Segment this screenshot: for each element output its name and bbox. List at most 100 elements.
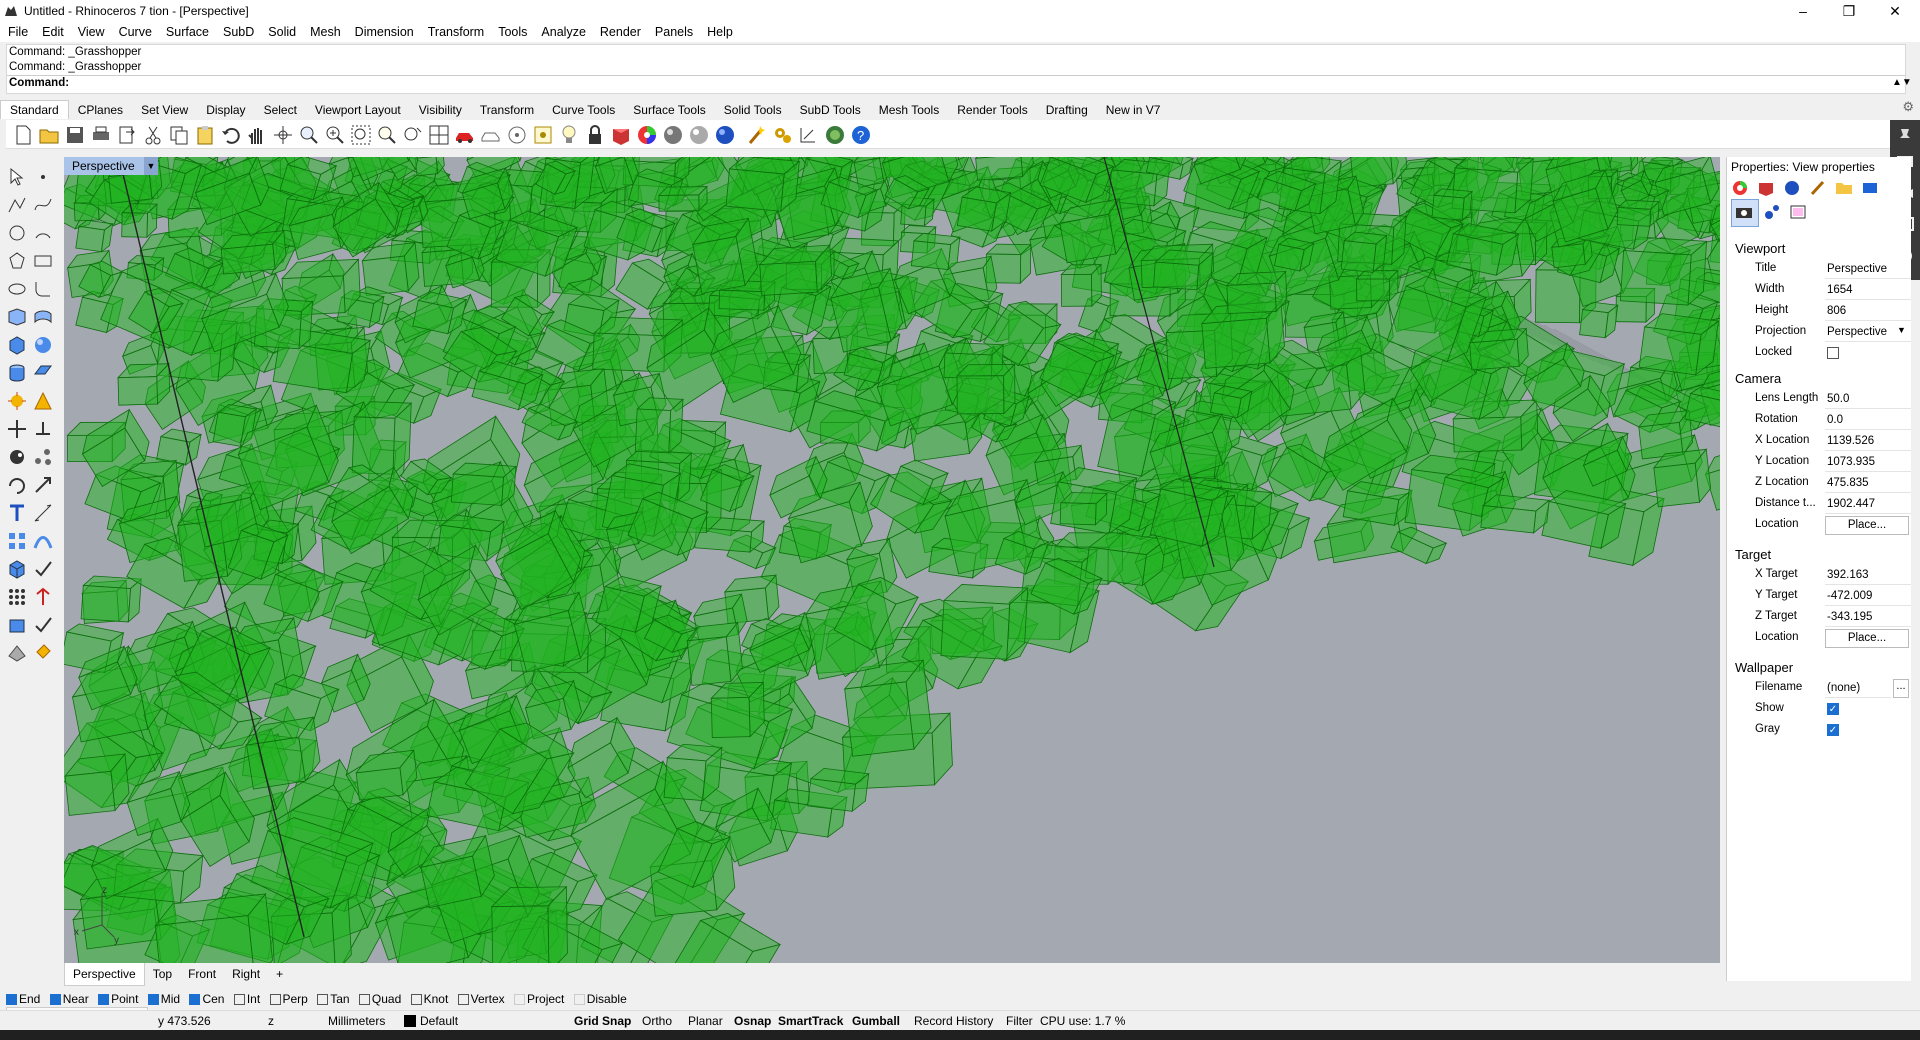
tab-perspective[interactable]: Perspective: [64, 963, 145, 986]
object-color-icon[interactable]: [1731, 179, 1749, 197]
cut-icon[interactable]: [142, 124, 164, 146]
point-icon[interactable]: [32, 166, 54, 188]
view-display-icon[interactable]: [1763, 203, 1781, 221]
green-box[interactable]: [351, 401, 413, 476]
tab-drafting[interactable]: Drafting: [1037, 101, 1097, 119]
toolbar-settings-gear-icon[interactable]: ⚙: [1902, 99, 1914, 115]
cage-edit-icon[interactable]: [6, 558, 28, 580]
wireframe-car-icon[interactable]: [480, 124, 502, 146]
cylinder-icon[interactable]: [6, 362, 28, 384]
rotate-icon[interactable]: [6, 474, 28, 496]
dimension-icon[interactable]: [32, 502, 54, 524]
target-place-button[interactable]: Place...: [1825, 629, 1909, 648]
tab-solid-tools[interactable]: Solid Tools: [715, 101, 791, 119]
solid-sphere-icon[interactable]: [32, 334, 54, 356]
close-button[interactable]: ✕: [1872, 0, 1918, 22]
analyze-icon[interactable]: [32, 558, 54, 580]
osnap-toggle[interactable]: Osnap: [734, 1014, 771, 1028]
filter-toggle[interactable]: Filter: [1006, 1014, 1033, 1028]
green-box[interactable]: [1340, 231, 1388, 274]
menu-curve[interactable]: Curve: [111, 22, 158, 39]
zoom-selected-icon[interactable]: [376, 124, 398, 146]
current-layer[interactable]: Default: [420, 1014, 458, 1028]
gray-checkbox[interactable]: ✓: [1827, 724, 1839, 736]
paste-icon[interactable]: [194, 124, 216, 146]
array-icon[interactable]: [6, 530, 28, 552]
move-icon[interactable]: [6, 418, 28, 440]
material-sphere-icon[interactable]: [688, 124, 710, 146]
tab-curve-tools[interactable]: Curve Tools: [543, 101, 624, 119]
open-file-icon[interactable]: [38, 124, 60, 146]
wand-icon[interactable]: [746, 124, 768, 146]
lock-icon[interactable]: [584, 124, 606, 146]
render-blue-sphere-icon[interactable]: [714, 124, 736, 146]
osnap-vertex[interactable]: Vertex: [457, 992, 505, 1006]
material-icon[interactable]: [1757, 179, 1775, 197]
osnap-knot[interactable]: Knot: [410, 992, 448, 1006]
view-camera-icon[interactable]: [1735, 203, 1753, 221]
save-icon[interactable]: [64, 124, 86, 146]
grid-snap-toggle[interactable]: Grid Snap: [574, 1014, 631, 1028]
mesh-tool-icon[interactable]: [6, 446, 28, 468]
points-tool-icon[interactable]: [32, 446, 54, 468]
pan-hand-icon[interactable]: [246, 124, 268, 146]
green-box[interactable]: [1616, 199, 1661, 228]
gumball-toggle[interactable]: Gumball: [852, 1014, 900, 1028]
green-box[interactable]: [1059, 492, 1108, 526]
tab-viewport-layout[interactable]: Viewport Layout: [306, 101, 410, 119]
osnap-near[interactable]: Near: [49, 992, 89, 1006]
prop-zloc-field[interactable]: 475.835: [1825, 474, 1911, 493]
green-box[interactable]: [634, 397, 684, 454]
tab-set-view[interactable]: Set View: [132, 101, 197, 119]
maximize-button[interactable]: ❐: [1826, 0, 1872, 22]
menu-help[interactable]: Help: [699, 22, 739, 39]
rotate-view-icon[interactable]: [272, 124, 294, 146]
display-mode-icon[interactable]: [1861, 179, 1879, 197]
render-mesh-icon[interactable]: [6, 642, 28, 664]
menu-render[interactable]: Render: [592, 22, 647, 39]
green-box[interactable]: [710, 681, 765, 738]
print-icon[interactable]: [90, 124, 112, 146]
perspective-viewport[interactable]: Perspective ▼ z x y: [64, 157, 1720, 963]
polygon-icon[interactable]: [6, 250, 28, 272]
text-icon[interactable]: [6, 502, 28, 524]
dimension-tool-icon[interactable]: [798, 124, 820, 146]
zoom-window-icon[interactable]: [298, 124, 320, 146]
green-box[interactable]: [75, 219, 114, 253]
rectangle-icon[interactable]: [32, 250, 54, 272]
menu-file[interactable]: File: [0, 22, 34, 39]
four-viewports-icon[interactable]: [428, 124, 450, 146]
polyline-icon[interactable]: [6, 194, 28, 216]
green-box[interactable]: [1225, 270, 1288, 314]
osnap-mid[interactable]: Mid: [147, 992, 180, 1006]
prop-ytarget-field[interactable]: -472.009: [1825, 587, 1911, 606]
green-box-cluster[interactable]: [64, 157, 1720, 963]
layer-materials-icon[interactable]: [610, 124, 632, 146]
units[interactable]: Millimeters: [328, 1014, 385, 1028]
green-box[interactable]: [1355, 269, 1399, 302]
view-frame-icon[interactable]: [1789, 203, 1807, 221]
prop-distance-field[interactable]: 1902.447: [1825, 495, 1911, 514]
planar-toggle[interactable]: Planar: [688, 1014, 723, 1028]
tab-top[interactable]: Top: [145, 963, 180, 985]
ortho-toggle[interactable]: Ortho: [642, 1014, 672, 1028]
browse-button[interactable]: ...: [1893, 679, 1909, 698]
osnap-disable[interactable]: Disable: [573, 992, 627, 1006]
viewport-scene[interactable]: [64, 157, 1720, 963]
prop-filename-field[interactable]: (none): [1825, 679, 1891, 698]
arc-icon[interactable]: [32, 222, 54, 244]
select-arrow-icon[interactable]: [6, 166, 28, 188]
locked-checkbox[interactable]: [1827, 347, 1839, 359]
grasshopper-icon[interactable]: [824, 124, 846, 146]
undo-view-change-icon[interactable]: [402, 124, 424, 146]
tab-visibility[interactable]: Visibility: [410, 101, 471, 119]
osnap-cen[interactable]: Cen: [189, 992, 224, 1006]
tab-new-in-v7[interactable]: New in V7: [1097, 101, 1170, 119]
prop-xtarget-field[interactable]: 392.163: [1825, 566, 1911, 585]
copy-icon[interactable]: [168, 124, 190, 146]
pin-icon[interactable]: [1895, 126, 1915, 146]
surface-patch-icon[interactable]: [6, 306, 28, 328]
green-box[interactable]: [80, 575, 143, 623]
prop-lens-field[interactable]: 50.0: [1825, 390, 1911, 409]
prop-width-field[interactable]: 1654: [1825, 281, 1911, 300]
